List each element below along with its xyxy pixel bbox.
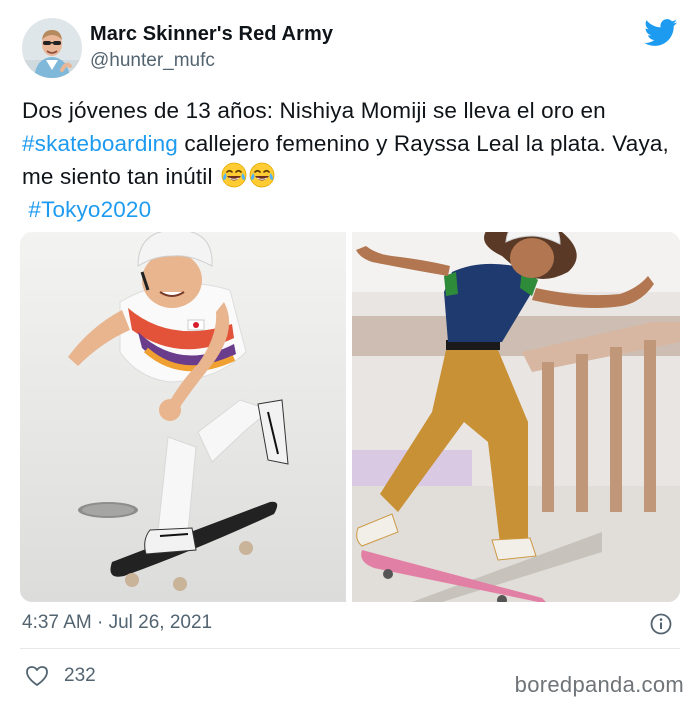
tweet-text-part-1: Dos jóvenes de 13 años: Nishiya Momiji s… [22, 98, 606, 123]
twitter-bird-icon[interactable] [644, 19, 678, 47]
watermark: boredpanda.com [514, 672, 684, 697]
avatar[interactable] [22, 18, 82, 78]
info-icon[interactable] [650, 613, 672, 635]
divider [20, 648, 680, 649]
tweet-text: Dos jóvenes de 13 años: Nishiya Momiji s… [22, 94, 682, 226]
author-handle[interactable]: @hunter_mufc [90, 50, 215, 72]
face-with-tears-of-joy-icon [249, 162, 275, 188]
hashtag-tokyo2020-link[interactable]: #Tokyo2020 [28, 197, 151, 222]
hashtag-skateboarding-link[interactable]: #skateboarding [22, 131, 178, 156]
skater-photo-rayssa[interactable] [352, 232, 680, 602]
author-display-name[interactable]: Marc Skinner's Red Army [90, 23, 333, 46]
tweet-timestamp[interactable]: 4:37 AM · Jul 26, 2021 [22, 612, 212, 634]
like-count: 232 [64, 665, 96, 686]
heart-icon[interactable] [25, 665, 49, 687]
skater-photo-nishiya[interactable] [20, 232, 346, 602]
face-with-tears-of-joy-icon [221, 162, 247, 188]
